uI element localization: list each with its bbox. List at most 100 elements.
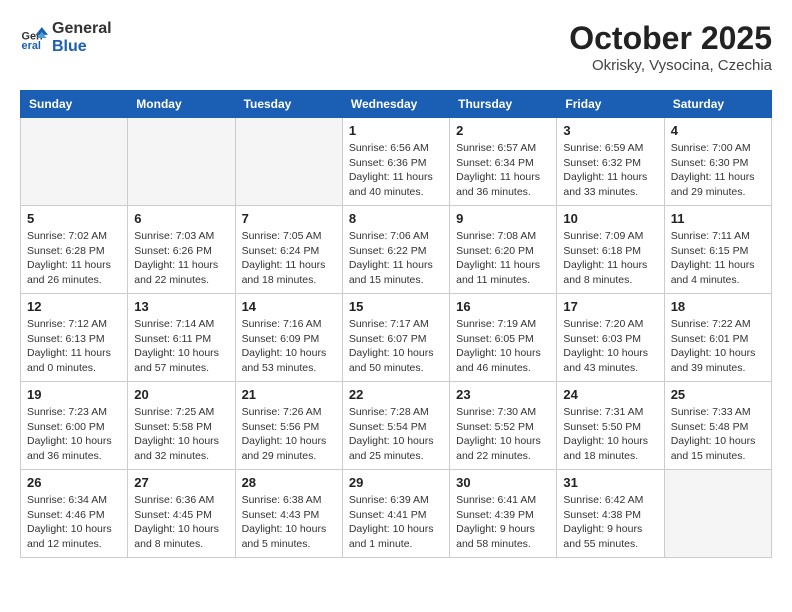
calendar-cell: 9 Sunrise: 7:08 AM Sunset: 6:20 PM Daylig… [450, 206, 557, 294]
weekday-header-sunday: Sunday [21, 91, 128, 118]
day-number: 7 [242, 211, 336, 226]
day-number: 22 [349, 387, 443, 402]
day-info: Sunrise: 7:26 AM Sunset: 5:56 PM Dayligh… [242, 405, 336, 464]
weekday-header-row: SundayMondayTuesdayWednesdayThursdayFrid… [21, 91, 772, 118]
day-info: Sunrise: 7:17 AM Sunset: 6:07 PM Dayligh… [349, 317, 443, 376]
day-number: 31 [563, 475, 657, 490]
calendar-cell: 10 Sunrise: 7:09 AM Sunset: 6:18 PM Dayli… [557, 206, 664, 294]
calendar-cell: 24Sunrise: 7:31 AM Sunset: 5:50 PM Dayli… [557, 382, 664, 470]
calendar-cell: 23 Sunrise: 7:30 AM Sunset: 5:52 PM Dayli… [450, 382, 557, 470]
day-info: Sunrise: 6:38 AM Sunset: 4:43 PM Dayligh… [242, 493, 336, 552]
weekday-header-saturday: Saturday [664, 91, 771, 118]
day-number: 23 [456, 387, 550, 402]
page-header: Gen eral General Blue October 2025 Okris… [20, 20, 772, 74]
day-info: Sunrise: 7:23 AM Sunset: 6:00 PM Dayligh… [27, 405, 121, 464]
calendar-cell: 17Sunrise: 7:20 AM Sunset: 6:03 PM Dayli… [557, 294, 664, 382]
day-number: 11 [671, 211, 765, 226]
day-number: 16 [456, 299, 550, 314]
day-info: Sunrise: 7:05 AM Sunset: 6:24 PM Dayligh… [242, 229, 336, 288]
day-number: 10 [563, 211, 657, 226]
day-info: Sunrise: 7:20 AM Sunset: 6:03 PM Dayligh… [563, 317, 657, 376]
day-info: Sunrise: 6:56 AM Sunset: 6:36 PM Dayligh… [349, 141, 443, 200]
day-info: Sunrise: 6:39 AM Sunset: 4:41 PM Dayligh… [349, 493, 443, 552]
calendar-table: SundayMondayTuesdayWednesdayThursdayFrid… [20, 90, 772, 558]
day-number: 27 [134, 475, 228, 490]
day-number: 1 [349, 123, 443, 138]
day-info: Sunrise: 6:36 AM Sunset: 4:45 PM Dayligh… [134, 493, 228, 552]
day-info: Sunrise: 7:31 AM Sunset: 5:50 PM Dayligh… [563, 405, 657, 464]
day-number: 18 [671, 299, 765, 314]
calendar-cell: 8 Sunrise: 7:06 AM Sunset: 6:22 PM Daylig… [342, 206, 449, 294]
day-info: Sunrise: 6:34 AM Sunset: 4:46 PM Dayligh… [27, 493, 121, 552]
calendar-cell [128, 118, 235, 206]
day-number: 2 [456, 123, 550, 138]
week-row-3: 12 Sunrise: 7:12 AM Sunset: 6:13 PM Dayli… [21, 294, 772, 382]
weekday-header-tuesday: Tuesday [235, 91, 342, 118]
day-number: 25 [671, 387, 765, 402]
day-number: 4 [671, 123, 765, 138]
location: Okrisky, Vysocina, Czechia [569, 57, 772, 74]
day-info: Sunrise: 6:59 AM Sunset: 6:32 PM Dayligh… [563, 141, 657, 200]
day-number: 28 [242, 475, 336, 490]
calendar-cell: 13 Sunrise: 7:14 AM Sunset: 6:11 PM Dayli… [128, 294, 235, 382]
weekday-header-friday: Friday [557, 91, 664, 118]
calendar-cell: 25 Sunrise: 7:33 AM Sunset: 5:48 PM Dayli… [664, 382, 771, 470]
day-number: 6 [134, 211, 228, 226]
day-info: Sunrise: 7:14 AM Sunset: 6:11 PM Dayligh… [134, 317, 228, 376]
day-info: Sunrise: 7:12 AM Sunset: 6:13 PM Dayligh… [27, 317, 121, 376]
day-number: 19 [27, 387, 121, 402]
calendar-cell: 21 Sunrise: 7:26 AM Sunset: 5:56 PM Dayli… [235, 382, 342, 470]
day-info: Sunrise: 7:22 AM Sunset: 6:01 PM Dayligh… [671, 317, 765, 376]
week-row-2: 5Sunrise: 7:02 AM Sunset: 6:28 PM Daylig… [21, 206, 772, 294]
week-row-4: 19 Sunrise: 7:23 AM Sunset: 6:00 PM Dayli… [21, 382, 772, 470]
calendar-cell: 11 Sunrise: 7:11 AM Sunset: 6:15 PM Dayli… [664, 206, 771, 294]
calendar-cell: 16 Sunrise: 7:19 AM Sunset: 6:05 PM Dayli… [450, 294, 557, 382]
calendar-cell: 19 Sunrise: 7:23 AM Sunset: 6:00 PM Dayli… [21, 382, 128, 470]
day-info: Sunrise: 6:42 AM Sunset: 4:38 PM Dayligh… [563, 493, 657, 552]
calendar-cell: 15 Sunrise: 7:17 AM Sunset: 6:07 PM Dayli… [342, 294, 449, 382]
calendar-cell: 18 Sunrise: 7:22 AM Sunset: 6:01 PM Dayli… [664, 294, 771, 382]
day-number: 9 [456, 211, 550, 226]
calendar-cell [235, 118, 342, 206]
week-row-5: 26 Sunrise: 6:34 AM Sunset: 4:46 PM Dayli… [21, 470, 772, 558]
logo-text: General Blue [52, 20, 112, 56]
calendar-cell: 1 Sunrise: 6:56 AM Sunset: 6:36 PM Daylig… [342, 118, 449, 206]
day-info: Sunrise: 7:08 AM Sunset: 6:20 PM Dayligh… [456, 229, 550, 288]
calendar-cell: 20Sunrise: 7:25 AM Sunset: 5:58 PM Dayli… [128, 382, 235, 470]
day-info: Sunrise: 7:03 AM Sunset: 6:26 PM Dayligh… [134, 229, 228, 288]
day-info: Sunrise: 7:11 AM Sunset: 6:15 PM Dayligh… [671, 229, 765, 288]
day-number: 8 [349, 211, 443, 226]
day-number: 13 [134, 299, 228, 314]
calendar-cell: 7 Sunrise: 7:05 AM Sunset: 6:24 PM Daylig… [235, 206, 342, 294]
calendar-cell: 22 Sunrise: 7:28 AM Sunset: 5:54 PM Dayli… [342, 382, 449, 470]
day-info: Sunrise: 7:00 AM Sunset: 6:30 PM Dayligh… [671, 141, 765, 200]
day-number: 14 [242, 299, 336, 314]
weekday-header-wednesday: Wednesday [342, 91, 449, 118]
day-info: Sunrise: 7:09 AM Sunset: 6:18 PM Dayligh… [563, 229, 657, 288]
day-info: Sunrise: 7:30 AM Sunset: 5:52 PM Dayligh… [456, 405, 550, 464]
day-info: Sunrise: 7:28 AM Sunset: 5:54 PM Dayligh… [349, 405, 443, 464]
day-number: 26 [27, 475, 121, 490]
calendar-cell: 3Sunrise: 6:59 AM Sunset: 6:32 PM Daylig… [557, 118, 664, 206]
calendar-cell: 30Sunrise: 6:41 AM Sunset: 4:39 PM Dayli… [450, 470, 557, 558]
calendar-cell: 14 Sunrise: 7:16 AM Sunset: 6:09 PM Dayli… [235, 294, 342, 382]
day-number: 15 [349, 299, 443, 314]
day-info: Sunrise: 7:02 AM Sunset: 6:28 PM Dayligh… [27, 229, 121, 288]
day-info: Sunrise: 7:06 AM Sunset: 6:22 PM Dayligh… [349, 229, 443, 288]
calendar-cell: 5Sunrise: 7:02 AM Sunset: 6:28 PM Daylig… [21, 206, 128, 294]
day-info: Sunrise: 7:16 AM Sunset: 6:09 PM Dayligh… [242, 317, 336, 376]
calendar-cell [664, 470, 771, 558]
day-info: Sunrise: 7:19 AM Sunset: 6:05 PM Dayligh… [456, 317, 550, 376]
calendar-cell: 4 Sunrise: 7:00 AM Sunset: 6:30 PM Daylig… [664, 118, 771, 206]
calendar-cell: 2Sunrise: 6:57 AM Sunset: 6:34 PM Daylig… [450, 118, 557, 206]
title-block: October 2025 Okrisky, Vysocina, Czechia [569, 20, 772, 74]
weekday-header-monday: Monday [128, 91, 235, 118]
day-info: Sunrise: 7:25 AM Sunset: 5:58 PM Dayligh… [134, 405, 228, 464]
day-number: 29 [349, 475, 443, 490]
day-number: 21 [242, 387, 336, 402]
day-info: Sunrise: 6:41 AM Sunset: 4:39 PM Dayligh… [456, 493, 550, 552]
day-info: Sunrise: 7:33 AM Sunset: 5:48 PM Dayligh… [671, 405, 765, 464]
day-number: 12 [27, 299, 121, 314]
weekday-header-thursday: Thursday [450, 91, 557, 118]
calendar-cell: 29 Sunrise: 6:39 AM Sunset: 4:41 PM Dayli… [342, 470, 449, 558]
